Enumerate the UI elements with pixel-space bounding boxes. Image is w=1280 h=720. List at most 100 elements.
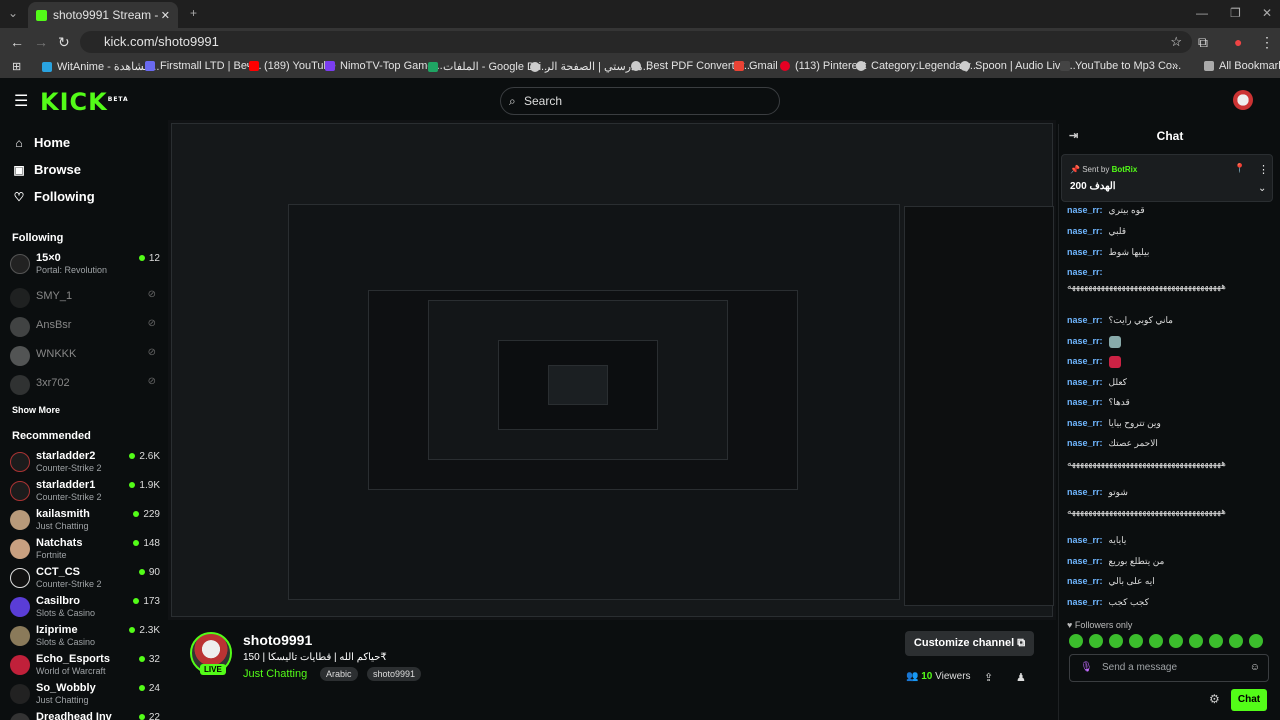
kick-logo[interactable]: KICKBETA bbox=[40, 88, 129, 116]
tag-arabic[interactable]: Arabic bbox=[320, 667, 358, 681]
restore-icon[interactable]: ❐ bbox=[1230, 6, 1241, 20]
mic-icon[interactable]: 🎙 bbox=[1080, 655, 1093, 681]
following-channel[interactable]: AnsBsr ⊘ bbox=[10, 315, 160, 343]
tab-list-icon[interactable]: ⌄ bbox=[8, 6, 18, 20]
bookmark-nimotv[interactable]: NimoTV-Top Game... bbox=[325, 60, 443, 72]
extensions-icon[interactable]: ⧉ bbox=[1198, 34, 1208, 51]
new-tab-icon[interactable]: + bbox=[190, 6, 197, 20]
chat-username[interactable]: nase_rr: bbox=[1067, 377, 1103, 387]
emote-icon[interactable] bbox=[1189, 634, 1203, 648]
more-bookmarks-icon[interactable]: » bbox=[1172, 60, 1178, 72]
chat-message: هههههههههههههههههههههههههههههههههههههه bbox=[1067, 280, 1271, 292]
following-channel[interactable]: 3xr702 ⊘ bbox=[10, 373, 160, 401]
emote-icon[interactable] bbox=[1109, 634, 1123, 648]
share-icon[interactable]: ⇪ bbox=[984, 671, 993, 684]
back-icon[interactable]: ← bbox=[10, 34, 24, 50]
search-input[interactable]: ⌕ Search bbox=[500, 87, 780, 115]
chat-username[interactable]: nase_rr: bbox=[1067, 597, 1103, 607]
chat-username[interactable]: nase_rr: bbox=[1067, 438, 1103, 448]
chat-username[interactable]: nase_rr: bbox=[1067, 336, 1103, 346]
close-tab-icon[interactable]: ✕ bbox=[161, 9, 170, 22]
emote-icon[interactable] bbox=[1129, 634, 1143, 648]
url-field[interactable]: kick.com/shoto9991 ☆ bbox=[80, 31, 1192, 53]
tag-shoto9991[interactable]: shoto9991 bbox=[367, 667, 422, 681]
bookmark-gmail[interactable]: Gmail bbox=[734, 60, 778, 72]
following-channel[interactable]: 15×0 Portal: Revolution 12 bbox=[10, 252, 160, 280]
chat-username[interactable]: nase_rr: bbox=[1067, 418, 1103, 428]
chat-username[interactable]: nase_rr: bbox=[1067, 556, 1103, 566]
following-heading: Following bbox=[12, 232, 64, 244]
collapse-chat-icon[interactable]: ⇥ bbox=[1069, 124, 1078, 148]
recommended-channel[interactable]: Dreadhead Inv 22 bbox=[10, 711, 160, 720]
chat-username[interactable]: nase_rr: bbox=[1067, 247, 1103, 257]
drive-icon bbox=[428, 61, 438, 72]
emote-icon[interactable] bbox=[1169, 634, 1183, 648]
chat-username[interactable]: nase_rr: bbox=[1067, 576, 1103, 586]
show-more-link[interactable]: Show More bbox=[12, 405, 60, 415]
recommended-channel[interactable]: Iziprime Slots & Casino 2.3K bbox=[10, 624, 160, 652]
chat-settings-icon[interactable]: ⚙ bbox=[1209, 692, 1220, 706]
recommended-channel[interactable]: Natchats Fortnite 148 bbox=[10, 537, 160, 565]
following-channel[interactable]: WNKKK ⊘ bbox=[10, 344, 160, 372]
reload-icon[interactable]: ↻ bbox=[58, 34, 70, 51]
send-chat-button[interactable]: Chat bbox=[1231, 689, 1267, 711]
emote-icon[interactable] bbox=[1229, 634, 1243, 648]
emote-icon[interactable] bbox=[1069, 634, 1083, 648]
sidebar-item-browse[interactable]: ▣ Browse bbox=[12, 162, 81, 177]
chat-username[interactable]: nase_rr: bbox=[1067, 226, 1103, 236]
apps-icon[interactable]: ⊞ bbox=[12, 60, 21, 73]
viewer-number: 10 bbox=[921, 671, 933, 682]
browser-tab[interactable]: shoto9991 Stream - Watch Live ✕ bbox=[28, 2, 178, 28]
pinned-menu-icon[interactable]: ⋮ bbox=[1258, 163, 1269, 176]
emote-icon[interactable] bbox=[1149, 634, 1163, 648]
customize-channel-button[interactable]: Customize channel ⧉ bbox=[905, 631, 1034, 656]
bookmark-spoon[interactable]: Spoon | Audio Live... bbox=[960, 60, 1076, 72]
recommended-channel[interactable]: CCT_CS Counter-Strike 2 90 bbox=[10, 566, 160, 594]
profile-icon[interactable]: ● bbox=[1234, 34, 1242, 50]
bookmark-youtube[interactable]: (189) YouTube bbox=[249, 60, 336, 72]
chat-username[interactable]: nase_rr: bbox=[1067, 356, 1103, 366]
chat-username[interactable]: nase_rr: bbox=[1067, 205, 1103, 215]
search-placeholder: Search bbox=[524, 94, 563, 108]
recommended-channel[interactable]: starladder1 Counter-Strike 2 1.9K bbox=[10, 479, 160, 507]
chat-username[interactable]: nase_rr: bbox=[1067, 487, 1103, 497]
recommended-channel[interactable]: kailasmith Just Chatting 229 bbox=[10, 508, 160, 536]
menu-icon[interactable]: ⋮ bbox=[1260, 34, 1274, 51]
bookmark-pinterest[interactable]: (113) Pinterest bbox=[780, 60, 866, 72]
emote-icon[interactable] bbox=[1249, 634, 1263, 648]
all-bookmarks[interactable]: All Bookmarks bbox=[1204, 60, 1280, 72]
minimize-icon[interactable]: — bbox=[1196, 6, 1208, 20]
emote-icon[interactable] bbox=[1209, 634, 1223, 648]
chat-text: وين تتروح بيايا bbox=[1108, 418, 1161, 428]
recommended-channel[interactable]: Echo_Esports World of Warcraft 32 bbox=[10, 653, 160, 681]
channel-name[interactable]: shoto9991 bbox=[243, 632, 312, 648]
video-player[interactable] bbox=[168, 120, 1056, 620]
bookmark-yt-mp3[interactable]: YouTube to Mp3 Co... bbox=[1060, 60, 1181, 72]
unpin-icon[interactable]: 📍 bbox=[1234, 163, 1245, 174]
emoji-icon[interactable]: ☺ bbox=[1250, 655, 1260, 681]
yt-mp3-icon bbox=[1060, 61, 1070, 71]
chat-input[interactable]: 🎙 Send a message ☺ bbox=[1069, 654, 1269, 682]
bookmark-firstmall[interactable]: Firstmall LTD | Веч... bbox=[145, 60, 262, 72]
hamburger-menu-icon[interactable]: ☰ bbox=[14, 91, 28, 111]
emote-icon[interactable] bbox=[1089, 634, 1103, 648]
chat-username[interactable]: nase_rr: bbox=[1067, 315, 1103, 325]
bookmark-witanime[interactable]: WitAnime - مشاهدة... bbox=[42, 60, 159, 73]
sidebar-item-following[interactable]: ♡ Following bbox=[12, 189, 95, 204]
stream-category[interactable]: Just Chatting bbox=[243, 668, 307, 680]
sidebar-item-home[interactable]: ⌂ Home bbox=[12, 135, 70, 150]
avatar bbox=[10, 655, 30, 675]
follow-icon[interactable]: ♟ bbox=[1016, 671, 1026, 684]
close-window-icon[interactable]: ✕ bbox=[1262, 6, 1272, 20]
following-channel[interactable]: SMY_1 ⊘ bbox=[10, 286, 160, 314]
bookmark-star-icon[interactable]: ☆ bbox=[1170, 31, 1182, 53]
chevron-down-icon[interactable]: ⌄ bbox=[1258, 183, 1266, 194]
chat-username[interactable]: nase_rr: bbox=[1067, 267, 1103, 277]
recommended-channel[interactable]: starladder2 Counter-Strike 2 2.6K bbox=[10, 450, 160, 478]
recommended-channel[interactable]: Casilbro Slots & Casino 173 bbox=[10, 595, 160, 623]
chat-username[interactable]: nase_rr: bbox=[1067, 535, 1103, 545]
chat-username[interactable]: nase_rr: bbox=[1067, 397, 1103, 407]
recommended-channel[interactable]: So_Wobbly Just Chatting 24 bbox=[10, 682, 160, 710]
user-avatar[interactable] bbox=[1233, 90, 1253, 110]
forward-icon[interactable]: → bbox=[34, 34, 48, 50]
